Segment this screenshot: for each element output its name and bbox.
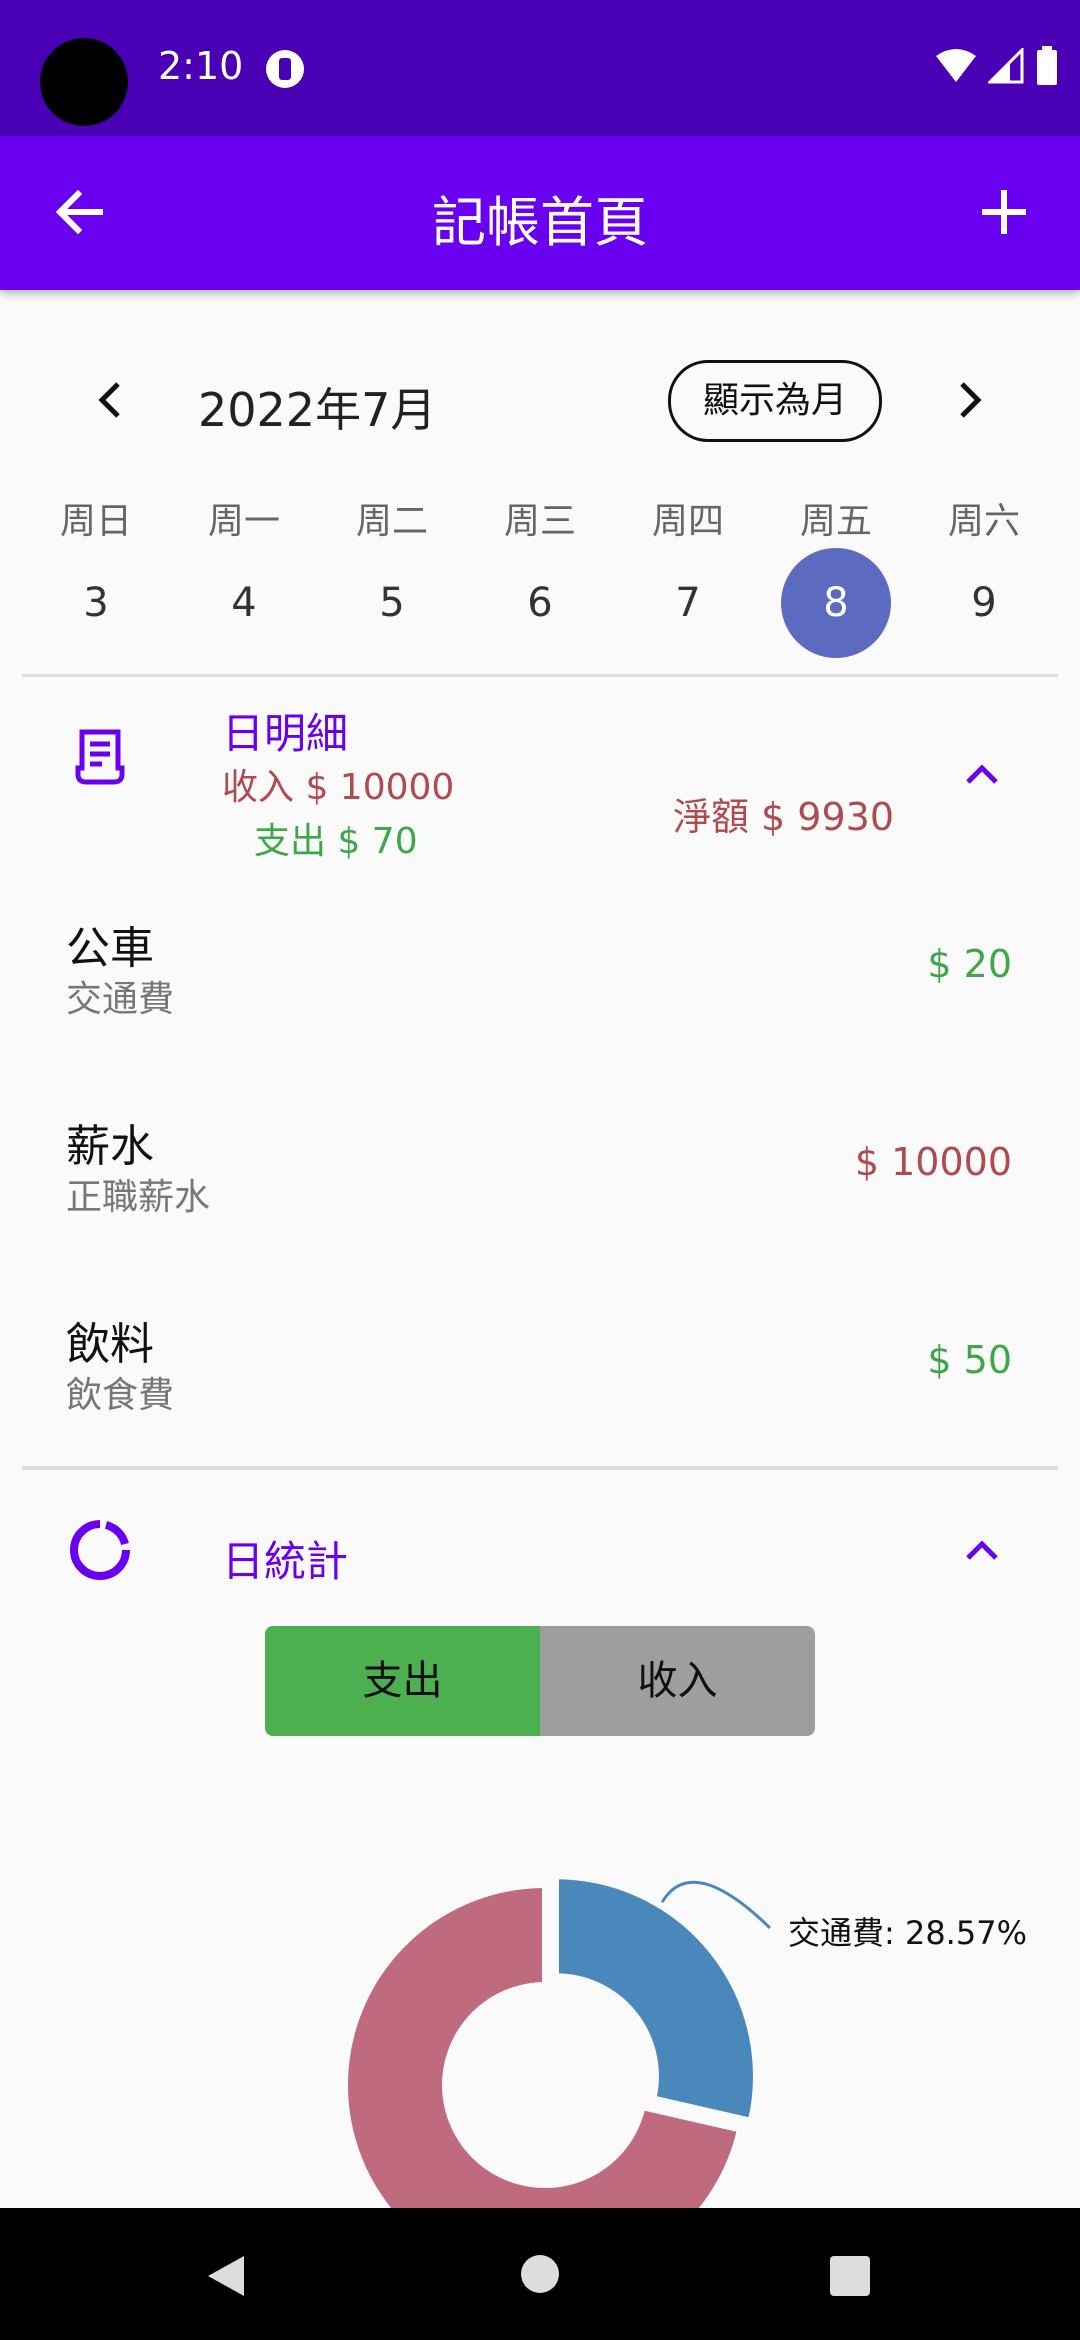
entry-name: 公車 (66, 923, 154, 974)
entry-category: 正職薪水 (66, 1177, 211, 1218)
day-cell-selected[interactable]: 8 (781, 548, 891, 658)
status-icons (936, 46, 1058, 86)
entry-amount: $ 10000 (854, 1140, 1012, 1184)
notification-icon (266, 50, 304, 88)
month-navigation: 2022年7月 顯示為月 (0, 350, 1080, 450)
income-tab[interactable]: 收入 (540, 1626, 815, 1736)
screen: { "status_bar": { "time": "2:10" }, "app… (0, 0, 1080, 2340)
day-cell[interactable]: 7 (633, 548, 743, 658)
day-cell[interactable]: 9 (929, 548, 1039, 658)
list-item[interactable]: 飲料 飲食費 $ 50 (0, 1308, 1080, 1478)
navigation-bar (0, 2208, 1080, 2340)
weekday-label: 周一 (207, 501, 280, 542)
day-stats-title: 日統計 (222, 1537, 349, 1586)
next-week-icon[interactable] (940, 372, 996, 428)
net-summary: 淨額 $ 9930 (672, 795, 894, 839)
day-cell[interactable]: 4 (189, 548, 299, 658)
entry-category: 交通費 (66, 979, 175, 1020)
camera-cutout (40, 38, 128, 126)
day-cell[interactable]: 3 (41, 548, 151, 658)
collapse-chevron-icon[interactable] (954, 1522, 1010, 1578)
entry-name: 飲料 (66, 1319, 154, 1370)
entry-category: 飲食費 (66, 1375, 175, 1416)
expense-summary: 支出 $ 70 (254, 821, 418, 862)
day-cell[interactable]: 5 (337, 548, 447, 658)
entry-amount: $ 20 (927, 942, 1012, 986)
weekday-label: 周五 (799, 501, 872, 542)
list-item[interactable]: 公車 交通費 $ 20 (0, 912, 1080, 1082)
weekday-label: 周六 (947, 501, 1020, 542)
type-toggle: 支出 收入 (265, 1626, 815, 1736)
entry-amount: $ 50 (927, 1338, 1012, 1382)
show-month-button[interactable]: 顯示為月 (668, 360, 882, 442)
slice-label: 交通費: 28.57% (788, 1914, 1027, 1952)
nav-back-icon[interactable] (204, 2254, 248, 2298)
signal-icon (988, 48, 1024, 84)
status-bar: 2:10 (0, 0, 1080, 136)
receipt-icon (75, 729, 125, 785)
list-item[interactable]: 薪水 正職薪水 $ 10000 (0, 1110, 1080, 1280)
wifi-icon (936, 49, 976, 82)
day-cell[interactable]: 6 (485, 548, 595, 658)
weekday-label: 周二 (355, 501, 428, 542)
battery-icon (1037, 46, 1057, 85)
weekday-label: 周日 (59, 501, 132, 542)
donut-chart-icon (70, 1520, 130, 1580)
app-bar: 記帳首頁 (0, 136, 1080, 290)
previous-week-icon[interactable] (84, 372, 140, 428)
divider (22, 1466, 1058, 1470)
collapse-chevron-icon[interactable] (954, 746, 1010, 802)
pie-slice-交通費[interactable] (552, 1873, 759, 2125)
income-summary: 收入 $ 10000 (222, 767, 455, 808)
add-icon[interactable] (972, 180, 1036, 244)
weekday-label: 周四 (651, 501, 724, 542)
page-title: 記帳首頁 (432, 191, 648, 254)
donut-chart (0, 1840, 1080, 2210)
day-detail-title: 日明細 (222, 709, 349, 758)
status-time: 2:10 (158, 44, 244, 88)
nav-home-icon[interactable] (520, 2254, 560, 2294)
expense-tab[interactable]: 支出 (265, 1626, 540, 1736)
entry-name: 薪水 (66, 1121, 154, 1172)
month-label: 2022年7月 (198, 383, 437, 437)
divider (22, 674, 1058, 677)
weekday-label: 周三 (503, 501, 576, 542)
donut-chart-svg (342, 1873, 772, 2210)
nav-recents-icon[interactable] (830, 2256, 870, 2296)
